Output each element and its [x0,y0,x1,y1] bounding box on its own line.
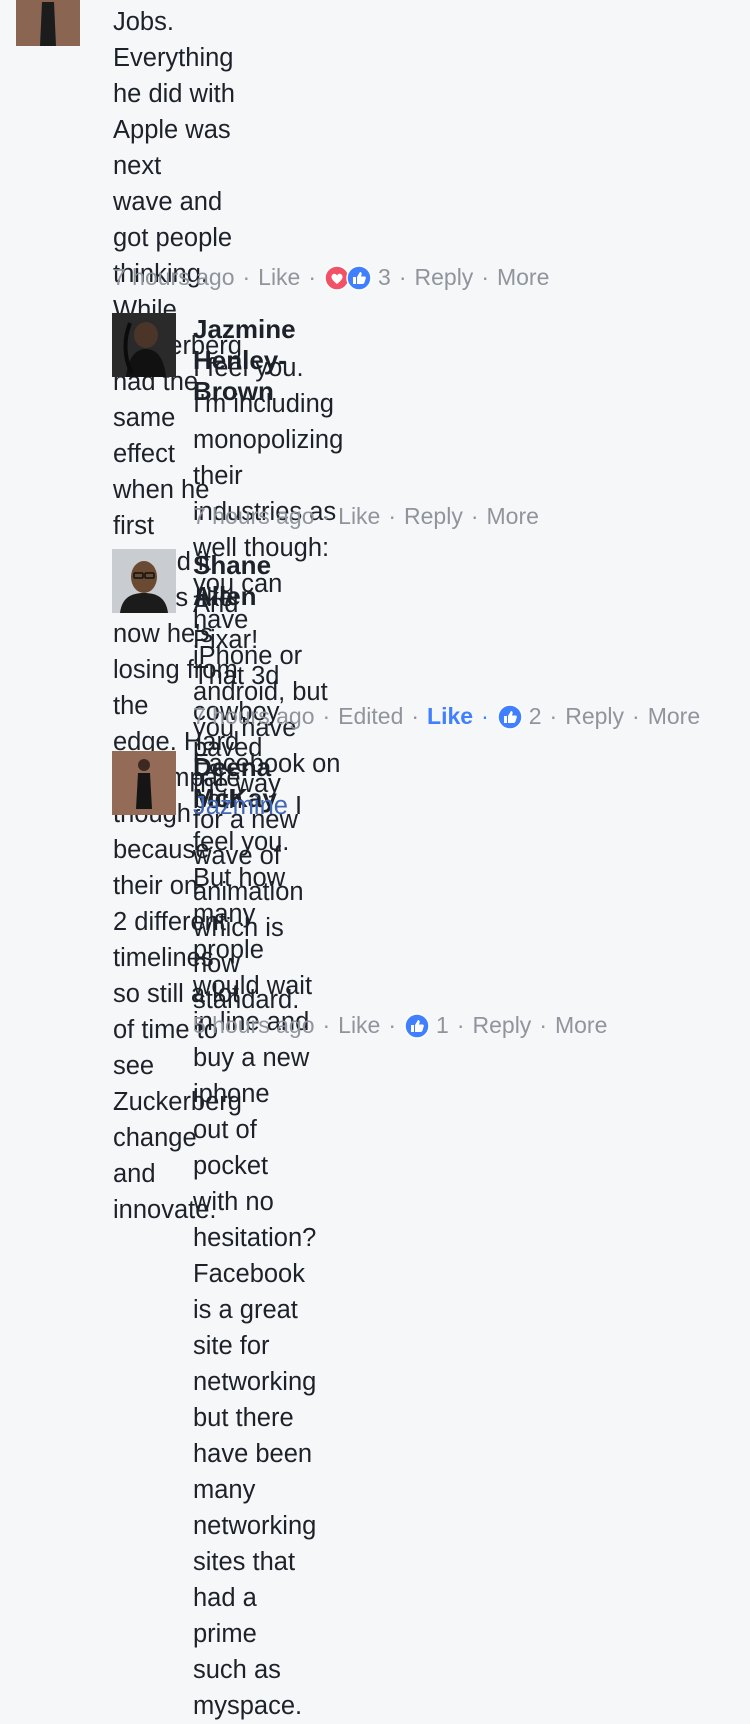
comment-line: out of pocket with no hesitation? [193,1116,317,1252]
reactions[interactable]: 1 [404,1012,449,1039]
avatar[interactable] [16,0,80,46]
comment-meta: 7 hours ago · Edited · Like · 2 · Reply … [193,703,700,730]
comment-line: Jazmine I feel you. But how many prople [193,788,316,968]
timestamp[interactable]: 7 hours ago [193,703,314,730]
comment-line: wave and got people thinking. While [113,188,233,324]
like-icon [346,264,372,291]
separator: · [388,503,397,529]
more-button[interactable]: More [497,264,549,291]
separator: · [398,264,407,290]
reply-button[interactable]: Reply [473,1012,532,1039]
comment-line: would wait in line and buy a new iphone [193,972,313,1108]
comment-text: Jazmine I feel you. But how many prople … [193,788,316,1724]
avatar[interactable] [112,549,176,613]
mention-link[interactable]: Jazmine [193,792,288,820]
like-button[interactable]: Like [338,503,380,530]
avatar[interactable] [112,751,176,815]
timestamp[interactable]: 7 hours ago [193,503,314,530]
avatar[interactable] [112,313,176,377]
like-button[interactable]: Like [338,1012,380,1039]
separator: · [470,503,479,529]
separator: · [456,1012,465,1038]
comment-line: Facebook is a great site for networking [193,1260,317,1396]
separator: · [322,1012,331,1038]
comment-line: Jobs. Everything he did with Apple was n… [113,8,235,180]
comment-meta: 7 hours ago · Like · Reply · More [193,503,539,530]
separator: · [411,703,420,729]
reaction-count: 1 [436,1012,449,1038]
separator: · [322,503,331,529]
comment-meta: 7 hours ago · Like · 3 · Reply · More [113,264,549,291]
reply-button[interactable]: Reply [565,703,624,730]
edited-label[interactable]: Edited [338,703,403,730]
separator: · [632,703,640,729]
timestamp[interactable]: 7 hours ago [113,264,234,291]
reply-button[interactable]: Reply [415,264,474,291]
reply-button[interactable]: Reply [404,503,463,530]
separator: · [539,1012,547,1038]
comment-line: I feel you. I'm including monopolizing t… [193,354,344,490]
separator: · [322,703,331,729]
separator: · [549,703,558,729]
reactions[interactable]: 2 [497,703,542,730]
comment-meta: 5 hours ago · Like · 1 · Reply · More [193,1012,607,1039]
separator: · [481,703,489,729]
separator: · [308,264,317,290]
reactions[interactable]: 3 [324,264,391,291]
comment-line: but there have been many networking [193,1404,317,1540]
separator: · [388,1012,397,1038]
like-button[interactable]: Like [427,703,473,730]
like-button[interactable]: Like [258,264,300,291]
separator: · [242,264,251,290]
more-button[interactable]: More [487,503,539,530]
comment-line: sites that had a prime such as myspace. [193,1548,303,1720]
more-button[interactable]: More [648,703,700,730]
timestamp[interactable]: 5 hours ago [193,1012,314,1039]
like-icon [497,703,523,730]
more-button[interactable]: More [555,1012,607,1039]
reaction-count: 2 [528,703,542,729]
separator: · [481,264,489,290]
like-icon [404,1012,430,1039]
reaction-count: 3 [378,264,391,290]
